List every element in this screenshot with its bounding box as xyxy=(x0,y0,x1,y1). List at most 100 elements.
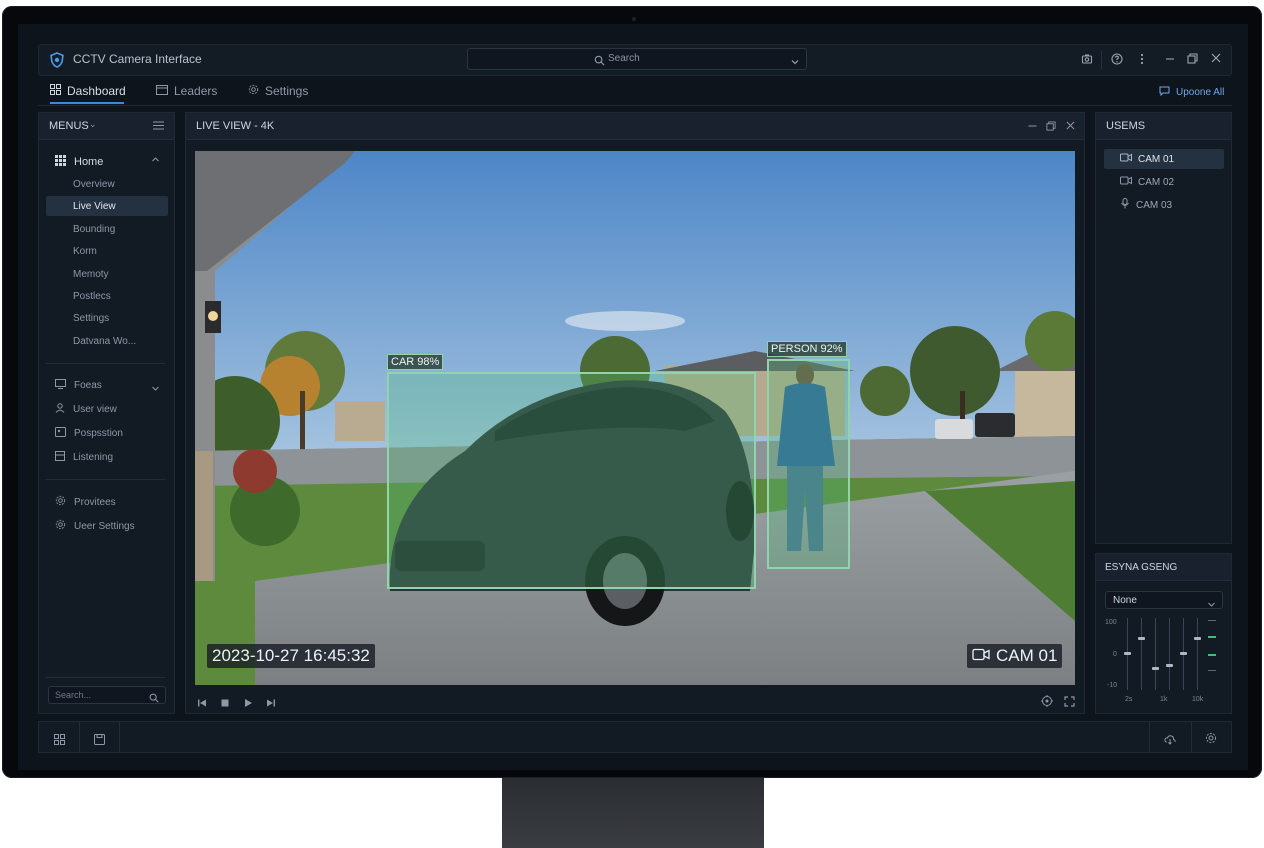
search-input[interactable]: Search xyxy=(467,48,807,70)
minimize-icon[interactable] xyxy=(1028,121,1037,134)
camera-feed[interactable]: CAR 98% PERSON 92% 2023-10-27 16:45:32 C… xyxy=(195,151,1075,685)
sidebar-item-user-view[interactable]: User view xyxy=(55,403,117,416)
sidebar-item-listening[interactable]: Listening xyxy=(55,451,113,464)
sidebar-item-label: User view xyxy=(73,404,117,415)
sidebar-subitem-settings[interactable]: Settings xyxy=(73,313,109,324)
meter-tick xyxy=(1208,654,1216,656)
divider xyxy=(1149,722,1150,752)
update-all-label: Upoone All xyxy=(1176,87,1225,98)
camera-item-label: CAM 01 xyxy=(1138,153,1175,165)
window-icon xyxy=(156,84,168,98)
save-icon[interactable] xyxy=(94,732,105,750)
webcam-dot xyxy=(632,17,636,21)
eq-slider-handle[interactable] xyxy=(1152,667,1159,670)
screen: CCTV Camera Interface Search Dashboard L… xyxy=(18,24,1248,770)
restore-icon[interactable] xyxy=(1046,121,1056,134)
sidebar-item-home[interactable]: Home xyxy=(55,155,103,169)
sidebar-item-label: Home xyxy=(74,156,104,168)
gear-icon xyxy=(55,495,66,509)
chevron-down-icon xyxy=(1207,596,1216,614)
sidebar-subitem-overview[interactable]: Overview xyxy=(73,179,115,190)
sidebar-search-placeholder: Search... xyxy=(55,690,92,700)
divider xyxy=(1101,51,1102,69)
eq-slider-handle[interactable] xyxy=(1180,652,1187,655)
sidebar-search-input[interactable]: Search... xyxy=(48,686,166,704)
chat-icon xyxy=(1159,86,1170,99)
fullscreen-icon[interactable] xyxy=(1064,694,1075,712)
search-icon xyxy=(594,53,605,71)
grid-icon xyxy=(50,84,61,98)
tab-label: Settings xyxy=(265,84,309,98)
close-icon[interactable] xyxy=(1211,53,1221,63)
gear-icon[interactable] xyxy=(1205,731,1217,749)
camera-item-cam-03[interactable]: CAM 03 xyxy=(1104,195,1224,215)
sidebar-subitem-memoty[interactable]: Memoty xyxy=(73,269,109,280)
minimize-icon[interactable] xyxy=(1165,53,1175,65)
divider xyxy=(45,479,165,480)
play-icon[interactable] xyxy=(243,695,253,713)
sidebar-item-label: Listening xyxy=(73,452,114,463)
tab-dashboard[interactable]: Dashboard xyxy=(50,84,126,98)
chevron-down-icon[interactable] xyxy=(151,380,160,398)
close-icon[interactable] xyxy=(1066,121,1075,133)
camera-item-cam-02[interactable]: CAM 02 xyxy=(1104,172,1224,192)
sidebar-subitem-korm[interactable]: Korm xyxy=(73,246,97,257)
eq-slider-track xyxy=(1155,618,1156,690)
sidebar-subitem-datvana[interactable]: Datvana Wo... xyxy=(73,336,136,347)
eq-panel: ESYNA GSENG None 100 0 -10 2s 1k 10k xyxy=(1095,553,1232,714)
update-all-link[interactable]: Upoone All xyxy=(1159,86,1224,99)
divider xyxy=(45,363,165,364)
eq-slider-handle[interactable] xyxy=(1166,664,1173,667)
meter-tick xyxy=(1208,620,1216,621)
divider xyxy=(45,677,165,678)
chevron-down-icon[interactable] xyxy=(790,54,800,72)
more-vertical-icon[interactable] xyxy=(1140,53,1144,65)
sidebar-title-chevron-icon[interactable]: ⌄ xyxy=(89,119,97,130)
video-icon xyxy=(1120,153,1132,165)
sidebar-item-label: Pospsstion xyxy=(74,428,123,439)
eq-preset-value: None xyxy=(1113,595,1137,606)
sidebar-subitem-live-view[interactable]: Live View xyxy=(73,201,116,212)
sidebar-subitem-bounding[interactable]: Bounding xyxy=(73,224,115,235)
camera-settings-icon[interactable] xyxy=(1081,53,1093,65)
target-icon[interactable] xyxy=(1041,694,1053,712)
eq-slider-handle[interactable] xyxy=(1138,637,1145,640)
timestamp-overlay: 2023-10-27 16:45:32 xyxy=(207,644,375,668)
eq-preset-select[interactable]: None xyxy=(1105,591,1223,609)
hamburger-icon[interactable] xyxy=(153,121,164,133)
app-logo-icon xyxy=(49,52,65,73)
eq-sliders xyxy=(1124,618,1214,690)
camera-item-label: CAM 03 xyxy=(1136,199,1173,211)
video-icon xyxy=(1120,176,1132,188)
cloud-sync-icon[interactable] xyxy=(1164,732,1176,750)
eq-slider-handle[interactable] xyxy=(1194,637,1201,640)
grid-view-icon[interactable] xyxy=(54,732,65,750)
skip-forward-icon[interactable] xyxy=(266,695,276,713)
gear-icon xyxy=(248,84,259,98)
search-icon xyxy=(149,690,159,708)
sidebar-item-provitees[interactable]: Provitees xyxy=(55,495,116,509)
eq-slider-track xyxy=(1141,618,1142,690)
eq-x-label: 2s xyxy=(1125,696,1133,703)
live-view-title: LIVE VIEW - 4K xyxy=(196,120,275,132)
sidebar-item-user-settings[interactable]: Ueer Settings xyxy=(55,519,135,533)
tab-leaders[interactable]: Leaders xyxy=(156,84,217,98)
eq-x-label: 10k xyxy=(1192,696,1204,703)
camera-item-cam-01[interactable]: CAM 01 xyxy=(1104,149,1224,169)
detection-box-car[interactable]: CAR 98% xyxy=(387,354,756,589)
skip-back-icon[interactable] xyxy=(197,695,207,713)
sidebar-item-foeas[interactable]: Foeas xyxy=(55,379,102,392)
cameras-panel-title: USEMS xyxy=(1106,120,1146,132)
sidebar-item-position[interactable]: Pospsstion xyxy=(55,427,123,440)
tab-settings[interactable]: Settings xyxy=(248,84,308,98)
sidebar-title: MENUS xyxy=(49,120,89,132)
chevron-up-icon[interactable] xyxy=(151,155,160,166)
stop-icon[interactable] xyxy=(220,695,230,713)
image-icon xyxy=(55,427,66,440)
help-icon[interactable] xyxy=(1111,53,1123,65)
detection-box-person[interactable]: PERSON 92% xyxy=(767,341,850,569)
sidebar-subitem-postlecs[interactable]: Postlecs xyxy=(73,291,111,302)
restore-icon[interactable] xyxy=(1187,53,1198,64)
eq-slider-handle[interactable] xyxy=(1124,652,1131,655)
divider xyxy=(119,722,120,752)
